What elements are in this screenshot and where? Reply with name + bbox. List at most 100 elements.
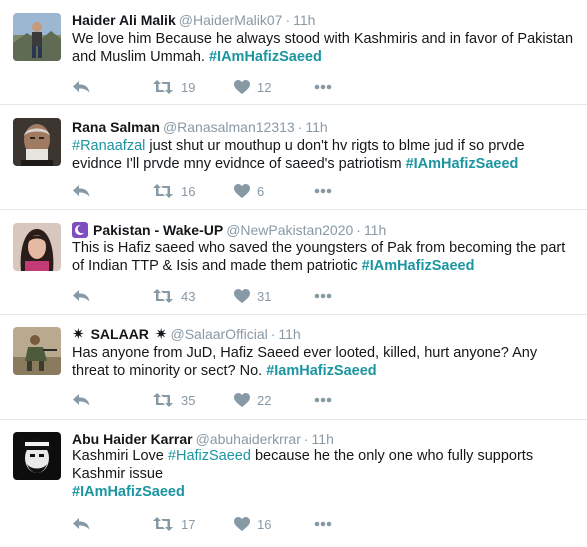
reply-icon	[73, 185, 90, 197]
retweet-count: 43	[181, 288, 196, 304]
avatar[interactable]	[13, 118, 61, 166]
like-button[interactable]: 31	[234, 286, 271, 306]
user-fullname[interactable]: Rana Salman	[72, 119, 160, 135]
reply-button[interactable]	[72, 286, 91, 306]
like-count: 16	[257, 516, 272, 532]
tweet-item[interactable]: Haider Ali Malik @HaiderMalik07 · 11h We lo…	[0, 0, 587, 105]
tweet-actions: 43 31	[72, 286, 352, 306]
separator-dot: ·	[356, 222, 361, 238]
separator-dot: ·	[303, 431, 309, 447]
like-button[interactable]: 16	[234, 514, 271, 534]
tweet-text: Has anyone from JuD, Hafiz Saeed ever lo…	[72, 344, 577, 380]
heart-icon	[234, 184, 250, 198]
more-icon	[314, 293, 332, 299]
user-fullname[interactable]: Abu Haider Karrar	[72, 431, 193, 447]
hashtag-link[interactable]: #IamHafizSaeed	[266, 363, 376, 379]
tweet-actions: 16 6	[72, 181, 352, 201]
retweet-icon	[153, 184, 173, 198]
tweet-item[interactable]: Rana Salman @Ranasalman12313 · 11h #Ranaafz…	[0, 105, 587, 210]
more-button[interactable]	[314, 390, 332, 410]
user-fullname[interactable]: Haider Ali Malik	[72, 12, 176, 28]
tweet-item[interactable]: ✷ SALAAR ✷ @SalaarOfficial · 11h Has anyone f…	[0, 315, 587, 420]
reply-icon	[73, 290, 90, 302]
tweet-item[interactable]: Pakistan - Wake-UP @NewPakistan2020 · 11h T…	[0, 210, 587, 315]
hashtag-link[interactable]: #IAmHafizSaeed	[362, 258, 475, 274]
reply-icon	[73, 81, 90, 93]
tweet-actions: 19 12	[72, 77, 352, 97]
heart-icon	[234, 393, 250, 407]
tweet-text: Kashmiri Love #HafizSaeed because he the…	[72, 447, 542, 501]
tweet-header: Abu Haider Karrar @abuhaiderkrrar · 11h	[72, 430, 334, 448]
tweet-item[interactable]: Abu Haider Karrar @abuhaiderkrrar · 11h Kas…	[0, 420, 587, 547]
avatar[interactable]	[13, 432, 61, 480]
more-icon	[314, 397, 332, 403]
user-fullname[interactable]: SALAAR	[91, 326, 149, 342]
more-button[interactable]	[314, 181, 332, 201]
user-handle[interactable]: @SalaarOfficial	[171, 326, 268, 342]
tweet-text-segment: This is Hafiz saeed who saved the youngs…	[72, 240, 566, 274]
like-button[interactable]: 6	[234, 181, 264, 201]
retweet-count: 19	[181, 79, 196, 95]
tweet-timestamp[interactable]: 11h	[278, 326, 300, 342]
tweet-header: Rana Salman @Ranasalman12313 · 11h	[72, 118, 328, 136]
more-icon	[314, 188, 332, 194]
user-fullname[interactable]: Pakistan - Wake-UP	[93, 222, 223, 238]
user-handle[interactable]: @NewPakistan2020	[226, 222, 353, 238]
tweet-header: ✷ SALAAR ✷ @SalaarOfficial · 11h	[72, 325, 301, 343]
user-handle[interactable]: @abuhaiderkrrar	[196, 431, 301, 447]
star-icon: ✷	[154, 326, 168, 343]
tweet-timeline: Haider Ali Malik @HaiderMalik07 · 11h We lo…	[0, 0, 587, 547]
reply-icon	[73, 394, 90, 406]
like-button[interactable]: 12	[234, 77, 271, 97]
like-count: 6	[257, 183, 265, 199]
avatar[interactable]	[13, 327, 61, 375]
heart-icon	[234, 517, 250, 531]
more-button[interactable]	[314, 286, 332, 306]
retweet-icon	[153, 517, 173, 531]
reply-button[interactable]	[72, 77, 91, 97]
reply-button[interactable]	[72, 514, 91, 534]
tweet-text-segment: We love him Because he always stood with…	[72, 31, 574, 65]
separator-dot: ·	[270, 326, 276, 342]
retweet-icon	[153, 80, 173, 94]
tweet-header: Pakistan - Wake-UP @NewPakistan2020 · 11h	[72, 221, 386, 239]
tweet-text: We love him Because he always stood with…	[72, 30, 577, 66]
reply-button[interactable]	[72, 181, 91, 201]
tweet-actions: 17 16	[72, 514, 352, 534]
more-button[interactable]	[314, 514, 332, 534]
user-handle[interactable]: @HaiderMalik07	[179, 12, 283, 28]
retweet-icon	[153, 393, 173, 407]
like-button[interactable]: 22	[234, 390, 271, 410]
retweet-count: 16	[181, 183, 196, 199]
retweet-button[interactable]: 16	[152, 181, 195, 201]
heart-icon	[234, 80, 250, 94]
retweet-button[interactable]: 17	[152, 514, 195, 534]
retweet-count: 17	[181, 516, 196, 532]
reply-button[interactable]	[72, 390, 91, 410]
retweet-count: 35	[181, 392, 196, 408]
tweet-timestamp[interactable]: 11h	[305, 119, 327, 135]
separator-dot: ·	[285, 12, 291, 28]
retweet-button[interactable]: 19	[152, 77, 195, 97]
hashtag-link[interactable]: #IAmHafizSaeed	[406, 156, 519, 172]
tweet-timestamp[interactable]: 11h	[293, 12, 315, 28]
tweet-timestamp[interactable]: 11h	[364, 222, 386, 238]
hashtag-link[interactable]: #IAmHafizSaeed	[209, 49, 322, 65]
separator-dot: ·	[297, 119, 303, 135]
avatar[interactable]	[13, 223, 61, 271]
tweet-actions: 35 22	[72, 390, 352, 410]
like-count: 31	[257, 288, 272, 304]
hashtag-link[interactable]: #IAmHafizSaeed	[72, 484, 185, 500]
tweet-text: This is Hafiz saeed who saved the youngs…	[72, 239, 577, 275]
more-button[interactable]	[314, 77, 332, 97]
retweet-button[interactable]: 43	[152, 286, 195, 306]
user-handle[interactable]: @Ranasalman12313	[163, 119, 295, 135]
tweet-timestamp[interactable]: 11h	[312, 431, 334, 447]
star-icon: ✷	[72, 326, 85, 343]
hashtag-link[interactable]: #Ranaafzal	[72, 138, 145, 154]
retweet-button[interactable]: 35	[152, 390, 195, 410]
avatar[interactable]	[13, 13, 61, 61]
more-icon	[314, 521, 332, 527]
heart-icon	[234, 289, 250, 303]
hashtag-link[interactable]: #HafizSaeed	[168, 448, 251, 464]
